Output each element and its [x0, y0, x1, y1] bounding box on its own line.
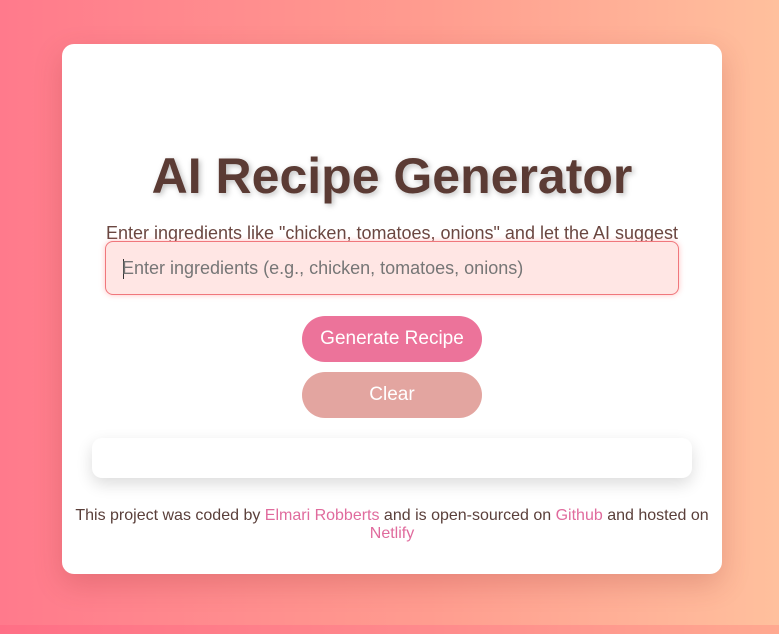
recipe-result: [92, 438, 692, 478]
page-title: AI Recipe Generator: [151, 148, 633, 204]
footer-prefix: This project was coded by: [75, 507, 265, 524]
author-link[interactable]: Elmari Robberts: [265, 507, 380, 524]
recipe-card: AI Recipe Generator Enter ingredients li…: [62, 44, 722, 574]
footer-credit: This project was coded by Elmari Robbert…: [62, 507, 722, 543]
netlify-link[interactable]: Netlify: [370, 525, 414, 542]
bottom-strip: [0, 625, 779, 634]
clear-button[interactable]: Clear: [302, 372, 482, 418]
generate-recipe-button[interactable]: Generate Recipe: [302, 316, 482, 362]
ingredients-field[interactable]: [105, 241, 679, 295]
ingredients-input[interactable]: [122, 255, 662, 281]
footer-middle: and is open-sourced on: [379, 507, 556, 524]
github-link[interactable]: Github: [556, 507, 603, 524]
footer-suffix: and hosted on: [602, 507, 709, 524]
